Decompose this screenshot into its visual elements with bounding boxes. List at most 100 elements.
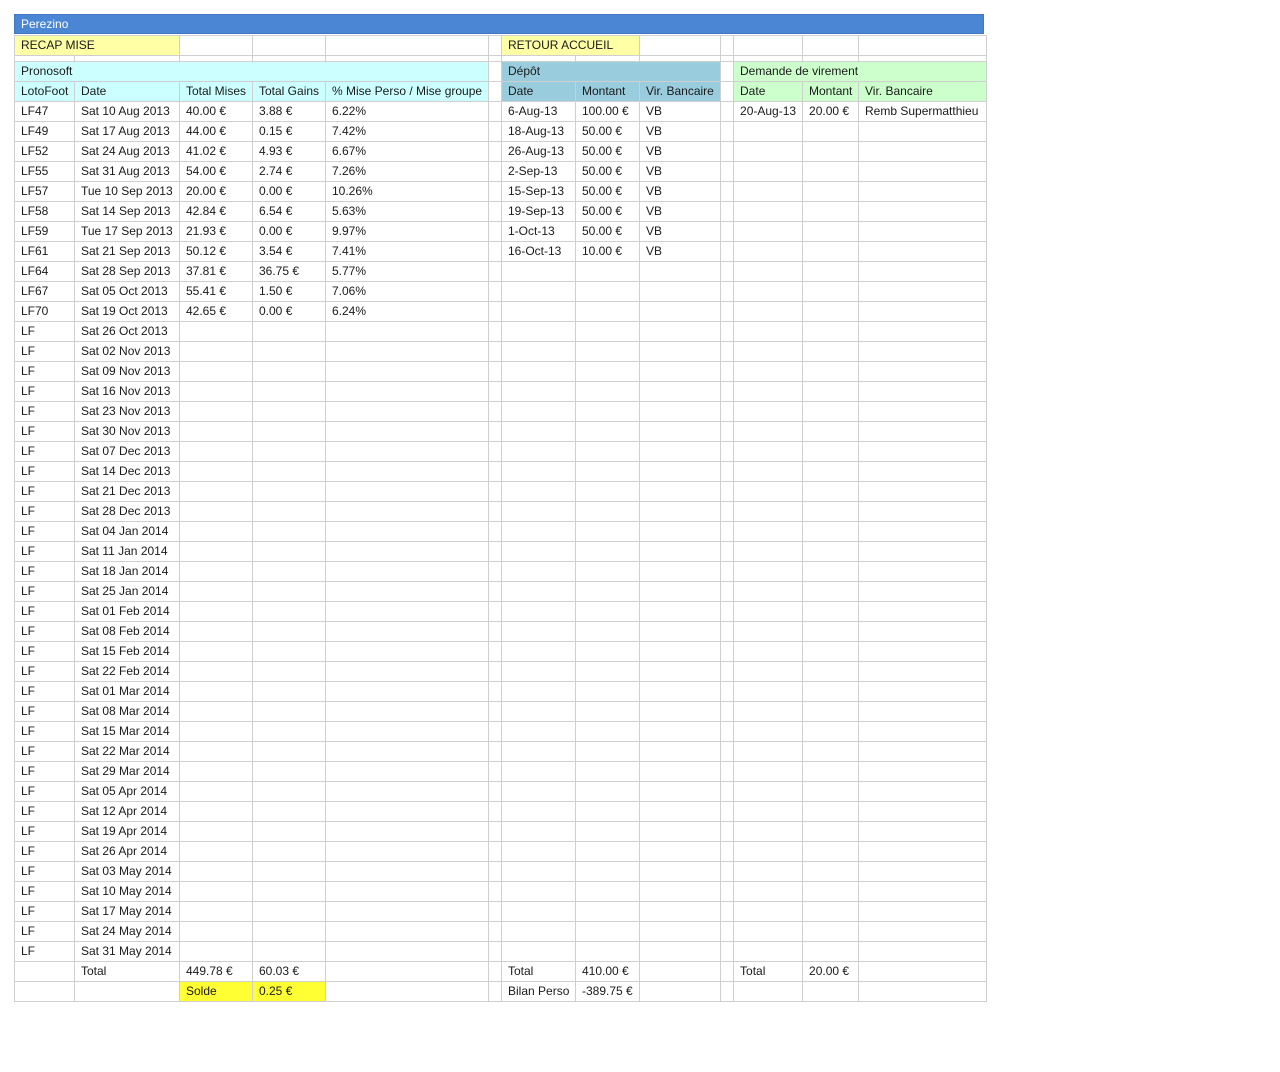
empty-cell [574, 821, 641, 842]
pronosoft-cell: LF [14, 801, 75, 822]
table-row: LF Sat 22 Feb 2014 [14, 661, 988, 682]
empty-cell [488, 621, 502, 642]
empty-cell [802, 421, 860, 442]
empty-cell [488, 921, 502, 942]
retour-accueil-link[interactable]: RETOUR ACCUEIL [500, 35, 641, 56]
empty-cell [733, 901, 804, 922]
empty-cell [720, 361, 735, 382]
empty-cell [858, 801, 988, 822]
empty-cell [501, 821, 576, 842]
pronosoft-cell [252, 461, 326, 482]
empty-cell [733, 501, 804, 522]
pronosoft-cell [325, 581, 489, 602]
depot-cell: 50.00 € [574, 141, 641, 162]
empty-cell [858, 35, 988, 56]
recap-mise-link[interactable]: RECAP MISE [14, 35, 180, 56]
empty-cell [858, 721, 988, 742]
empty-cell [574, 521, 641, 542]
empty-cell [574, 421, 641, 442]
empty-cell [574, 481, 641, 502]
empty-cell [858, 881, 988, 902]
pronosoft-cell: LF47 [14, 101, 75, 122]
sheet-title: Perezino [21, 17, 69, 31]
empty-cell [858, 121, 988, 142]
depot-cell: VB [639, 221, 722, 242]
empty-cell [802, 541, 860, 562]
empty-cell [574, 881, 641, 902]
empty-cell [501, 741, 576, 762]
pronosoft-cell [325, 621, 489, 642]
table-row: LF Sat 14 Dec 2013 [14, 461, 988, 482]
empty-cell [488, 901, 502, 922]
pronosoft-cell: 42.65 € [179, 301, 253, 322]
empty-cell [858, 561, 988, 582]
pronosoft-cell: 0.00 € [252, 301, 326, 322]
pronosoft-cell: 5.63% [325, 201, 489, 222]
pronosoft-cell: LF [14, 881, 75, 902]
table-row: LF Sat 08 Feb 2014 [14, 621, 988, 642]
empty-cell [733, 521, 804, 542]
depot-cell: VB [639, 101, 722, 122]
empty-cell [733, 661, 804, 682]
empty-cell [802, 841, 860, 862]
empty-cell [720, 521, 735, 542]
empty-cell [488, 581, 502, 602]
table-row: LF Sat 25 Jan 2014 [14, 581, 988, 602]
empty-cell [858, 441, 988, 462]
empty-cell [733, 35, 804, 56]
table-row: LF Sat 08 Mar 2014 [14, 701, 988, 722]
recap-grid: RECAP MISE RETOUR ACCUEIL Pronosoft Dépôt De… [14, 35, 988, 1002]
empty-cell [858, 281, 988, 302]
empty-cell [802, 721, 860, 742]
empty-cell [501, 561, 576, 582]
pronosoft-cell: LF [14, 841, 75, 862]
pronosoft-cell [179, 521, 253, 542]
empty-cell [574, 721, 641, 742]
empty-cell [501, 401, 576, 422]
table-row: LF Sat 15 Feb 2014 [14, 641, 988, 662]
table-row: LF Sat 04 Jan 2014 [14, 521, 988, 542]
table-row: LF Sat 26 Apr 2014 [14, 841, 988, 862]
empty-cell [488, 341, 502, 362]
table-row: LF Sat 21 Dec 2013 [14, 481, 988, 502]
pronosoft-cell: 55.41 € [179, 281, 253, 302]
table-row: LF Sat 09 Nov 2013 [14, 361, 988, 382]
empty-cell [574, 921, 641, 942]
pronosoft-cell [325, 941, 489, 962]
table-row: LF67 Sat 05 Oct 2013 55.41 €1.50 €7.06% [14, 281, 988, 302]
pronosoft-cell [179, 601, 253, 622]
empty-cell [574, 501, 641, 522]
nav-row: RECAP MISE RETOUR ACCUEIL [14, 35, 988, 56]
pronosoft-cell: 40.00 € [179, 101, 253, 122]
pronosoft-cell [179, 721, 253, 742]
empty-cell [501, 341, 576, 362]
empty-cell [802, 501, 860, 522]
empty-cell [733, 261, 804, 282]
empty-cell [488, 881, 502, 902]
empty-cell [720, 201, 735, 222]
pronosoft-cell [179, 801, 253, 822]
pronosoft-cell: Sat 25 Jan 2014 [74, 581, 180, 602]
empty-cell [720, 561, 735, 582]
empty-cell [501, 721, 576, 742]
empty-cell [488, 421, 502, 442]
pronosoft-cell: LF64 [14, 261, 75, 282]
depot-cell: VB [639, 241, 722, 262]
table-row: LF Sat 02 Nov 2013 [14, 341, 988, 362]
pronosoft-cell [252, 621, 326, 642]
empty-cell [720, 421, 735, 442]
pronosoft-cell: LF [14, 901, 75, 922]
table-row: LF47 Sat 10 Aug 2013 40.00 €3.88 €6.22% 6-A… [14, 101, 988, 122]
empty-cell [802, 241, 860, 262]
virement-cell: Remb Supermatthieu [858, 101, 988, 122]
pronosoft-cell: Sat 19 Apr 2014 [74, 821, 180, 842]
empty-cell [639, 481, 722, 502]
pronosoft-cell [252, 761, 326, 782]
pronosoft-cell [179, 481, 253, 502]
empty-cell [733, 701, 804, 722]
empty-cell [802, 821, 860, 842]
virement-header: Vir. Bancaire [858, 81, 988, 102]
pronosoft-header: Date [74, 81, 180, 102]
empty-cell [858, 641, 988, 662]
pronosoft-cell: Sat 10 Aug 2013 [74, 101, 180, 122]
